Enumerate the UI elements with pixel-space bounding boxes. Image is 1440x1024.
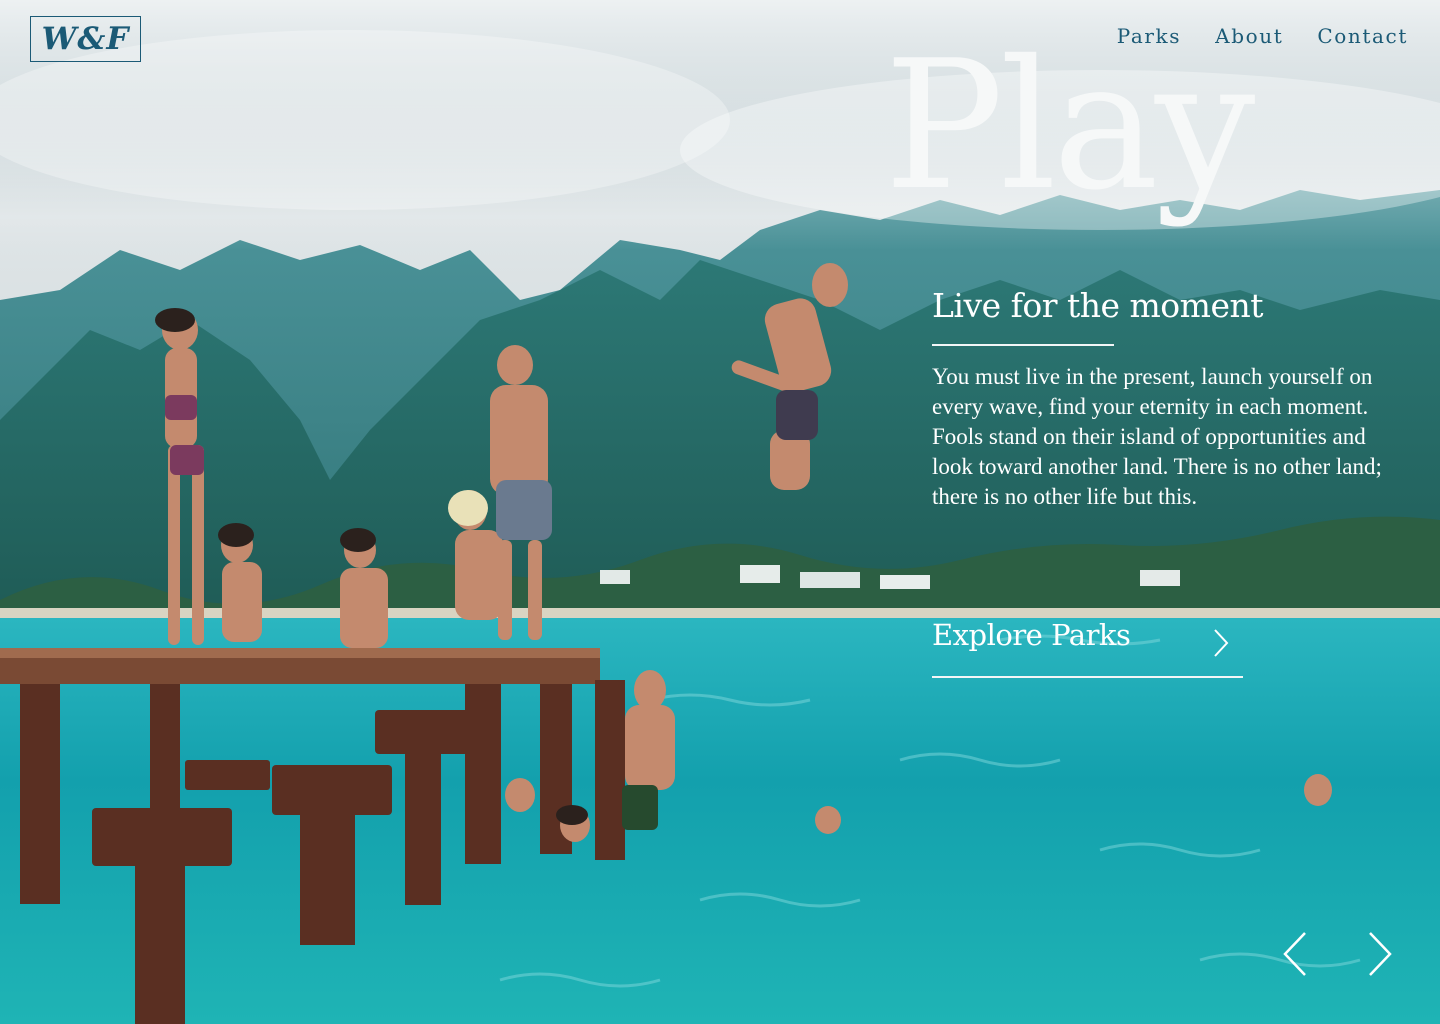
tagline-divider xyxy=(932,344,1114,346)
carousel-next-button[interactable] xyxy=(1366,930,1394,978)
nav-link-about[interactable]: About xyxy=(1215,24,1283,48)
explore-parks-label: Explore Parks xyxy=(932,618,1131,652)
hero-body-text: You must live in the present, launch you… xyxy=(932,364,1382,509)
hero-tagline: Live for the moment xyxy=(932,286,1264,325)
chevron-left-icon xyxy=(1283,932,1306,976)
hero-headline: Play xyxy=(884,22,1255,229)
nav-link-parks[interactable]: Parks xyxy=(1117,24,1181,48)
chevron-right-icon xyxy=(1369,932,1392,976)
brand-logo-text: W&F xyxy=(41,20,130,57)
brand-logo[interactable]: W&F xyxy=(30,16,141,62)
nav-link-contact[interactable]: Contact xyxy=(1317,24,1408,48)
explore-parks-button[interactable]: Explore Parks xyxy=(932,618,1243,678)
carousel-prev-button[interactable] xyxy=(1281,930,1309,978)
top-navigation: Parks About Contact xyxy=(1117,24,1408,48)
chevron-right-icon xyxy=(1214,629,1229,657)
